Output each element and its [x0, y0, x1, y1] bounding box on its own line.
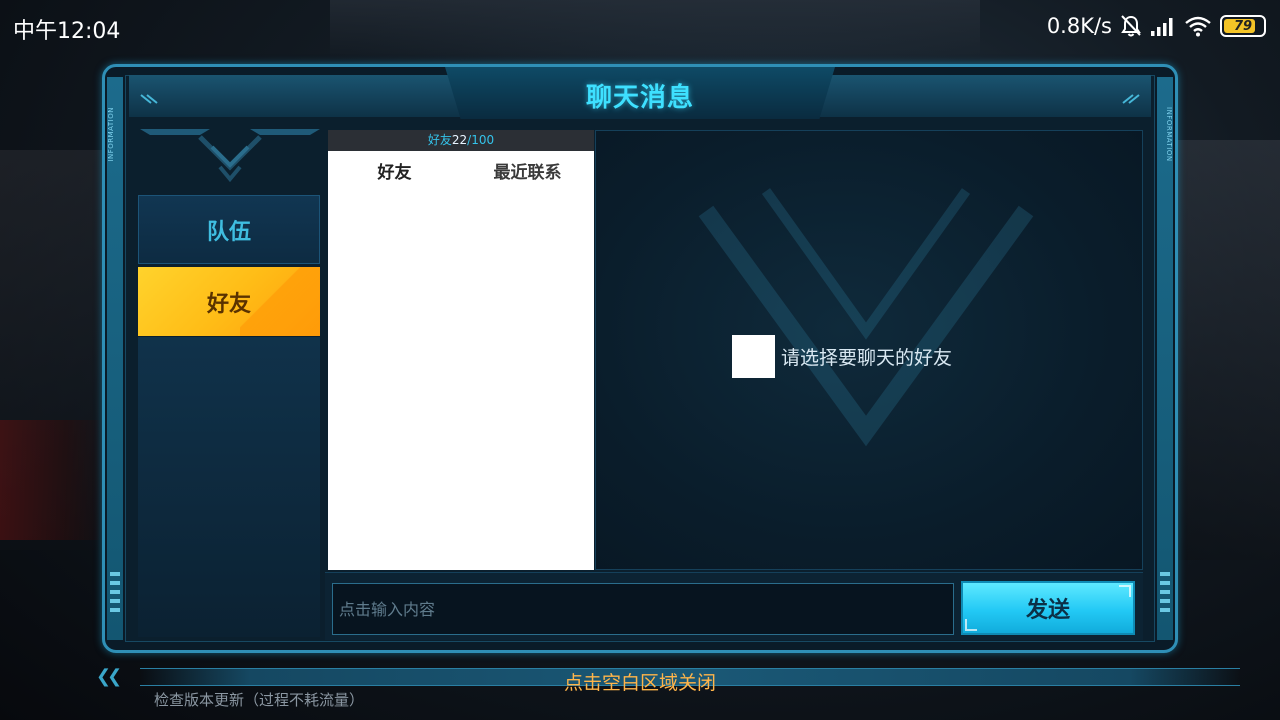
- empty-chat-hint: 请选择要聊天的好友: [732, 335, 952, 378]
- placeholder-image-icon: [732, 335, 775, 378]
- tab-team[interactable]: 队伍: [138, 195, 320, 264]
- bell-muted-icon: [1120, 14, 1142, 38]
- signal-icon: [1150, 15, 1176, 37]
- battery-icon: 79: [1220, 15, 1266, 37]
- title-tab: 聊天消息: [445, 67, 835, 119]
- chevron-down-icon: [140, 129, 320, 183]
- background-art: [0, 420, 110, 540]
- tab-team-label: 队伍: [206, 219, 251, 245]
- side-decoration-left: INFORMATION: [107, 77, 123, 640]
- status-bar: 中午12:04 0.8K/s 79: [0, 0, 1280, 52]
- update-check-text: 检查版本更新（过程不耗流量）: [154, 691, 365, 709]
- empty-chat-text: 请选择要聊天的好友: [781, 347, 953, 369]
- tab-recent-contacts[interactable]: 最近联系: [461, 158, 594, 183]
- message-input-row: 发送: [325, 572, 1143, 640]
- background-emblem-icon: [698, 188, 1034, 447]
- nav-panel-background: [138, 337, 320, 637]
- side-decoration-right: INFORMATION: [1157, 77, 1173, 640]
- friend-list-tabs: 好友 最近联系: [328, 151, 594, 189]
- tab-friends[interactable]: 好友: [138, 267, 320, 336]
- friend-list-panel: 好友22/100 好友 最近联系: [328, 130, 594, 570]
- status-time: 中午12:04: [13, 19, 121, 44]
- friend-count: 好友22/100: [328, 130, 594, 151]
- chat-dialog: INFORMATION INFORMATION 聊天消息 队伍 好友 好友22/…: [102, 64, 1178, 653]
- stripe-decoration-icon: [139, 93, 163, 109]
- wifi-icon: [1184, 15, 1212, 37]
- send-button[interactable]: 发送: [961, 581, 1135, 635]
- background-art: [1170, 140, 1280, 560]
- battery-level: 79: [1233, 18, 1253, 34]
- message-input[interactable]: [332, 583, 954, 635]
- tab-friends-list[interactable]: 好友: [328, 158, 461, 183]
- send-button-label: 发送: [1025, 598, 1070, 623]
- chat-message-area: 请选择要聊天的好友: [595, 130, 1143, 570]
- friend-list-body[interactable]: [328, 189, 594, 570]
- network-speed: 0.8K/s: [1046, 14, 1112, 38]
- tab-friends-label: 好友: [206, 291, 251, 317]
- dialog-title: 聊天消息: [585, 83, 694, 113]
- stripe-decoration-icon: [1117, 93, 1141, 109]
